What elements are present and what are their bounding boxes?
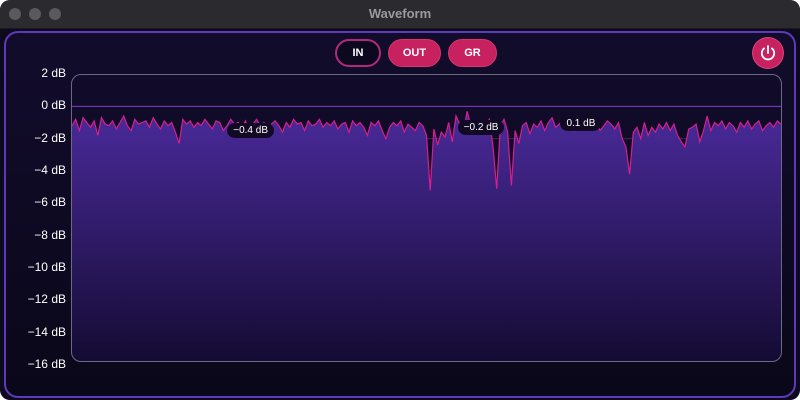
peak-annotation: 0.1 dB <box>560 116 602 131</box>
peak-annotation: −0.2 dB <box>457 120 505 135</box>
plot-frame <box>71 74 782 362</box>
app-window: Waveform IN OUT GR 2 dB 0 dB −2 dB −4 dB −6 … <box>0 0 800 400</box>
peak-annotation: −0.4 dB <box>227 123 275 138</box>
